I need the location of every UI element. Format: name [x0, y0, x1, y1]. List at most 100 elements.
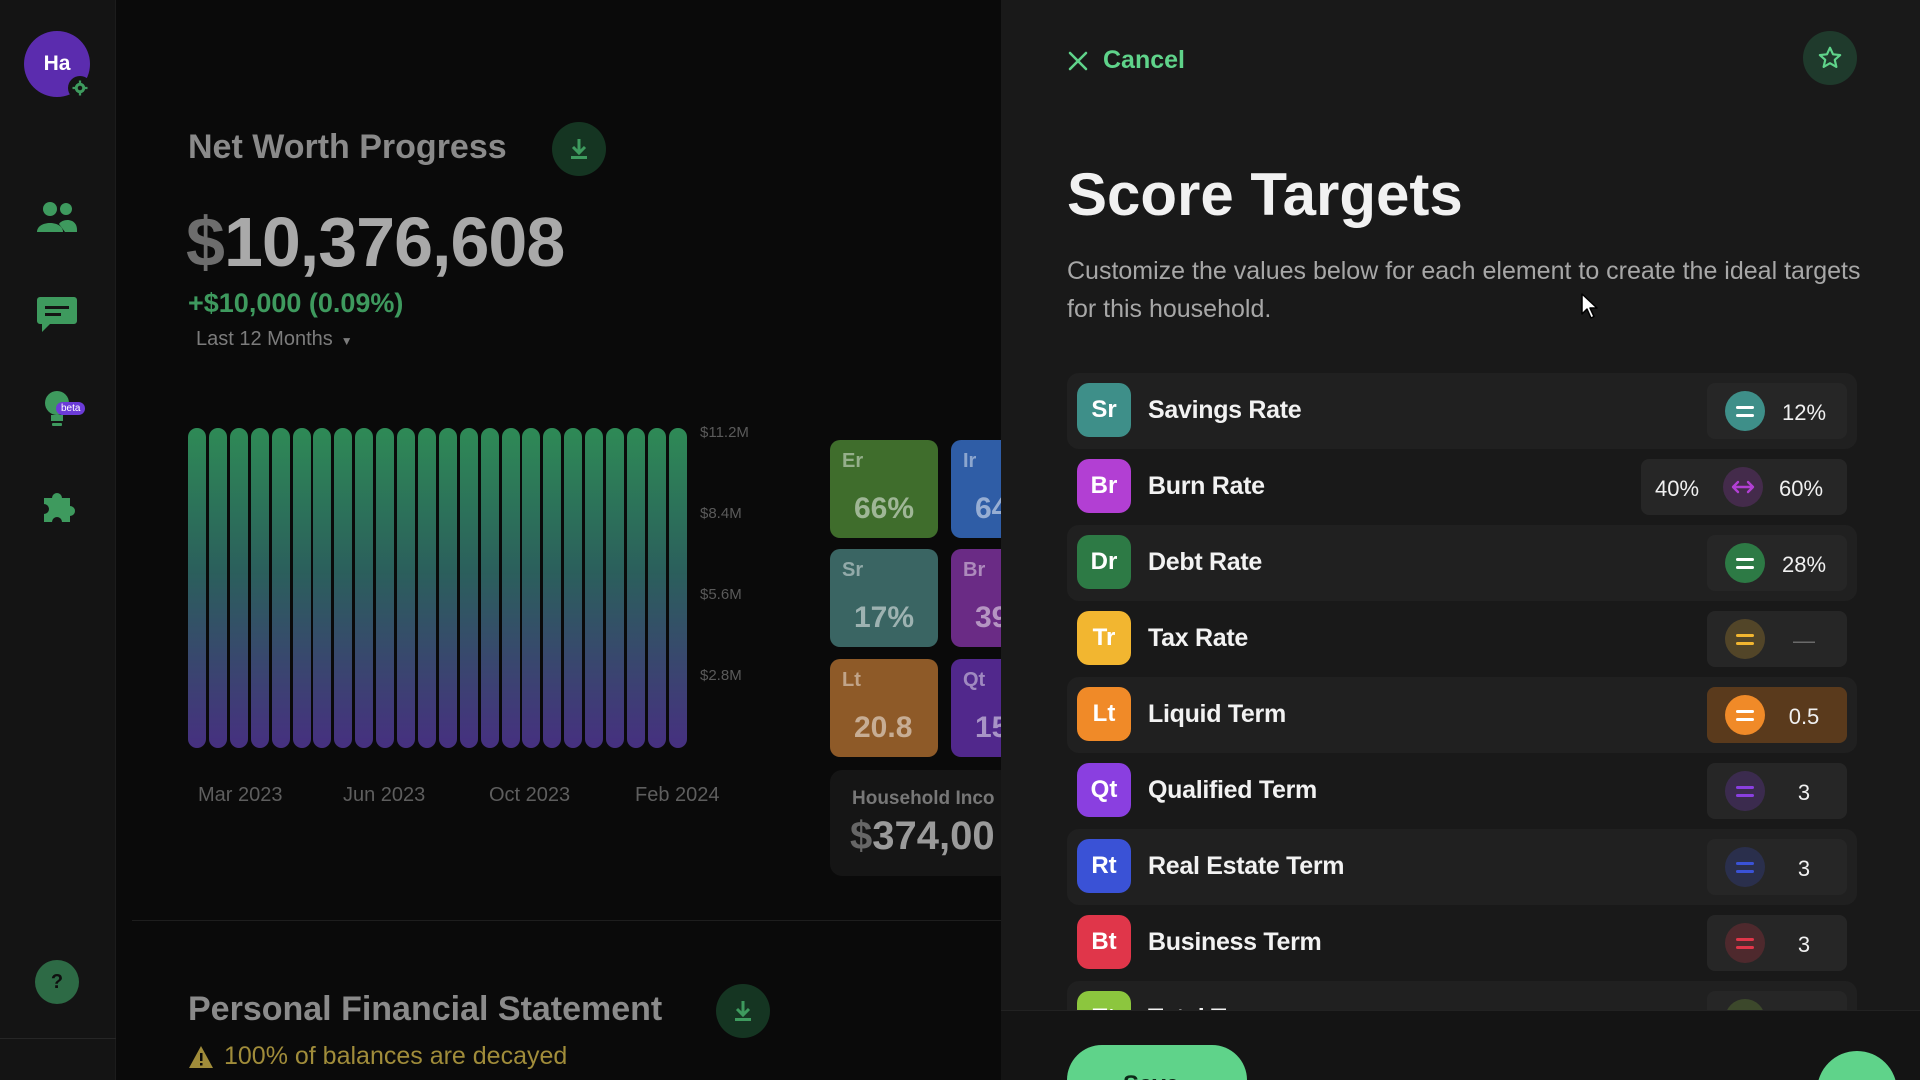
target-value[interactable]: 3: [1769, 780, 1839, 806]
cancel-label: Cancel: [1103, 46, 1185, 74]
chart-bar: [480, 428, 499, 748]
chart-bar: [668, 428, 687, 748]
element-badge: Rt: [1077, 839, 1131, 893]
target-value[interactable]: 3: [1769, 932, 1839, 958]
score-target-row: Bt Business Term 3: [1067, 905, 1857, 981]
equals-icon[interactable]: [1725, 923, 1765, 963]
chart-bar: [397, 428, 415, 748]
chart-bar: [459, 428, 478, 748]
equals-icon[interactable]: [1725, 695, 1765, 735]
chart-bar: [585, 428, 604, 748]
score-tile[interactable]: Sr 17%: [830, 549, 938, 647]
target-max-value[interactable]: 60%: [1779, 476, 1823, 502]
equals-icon[interactable]: [1725, 847, 1765, 887]
star-icon: [1818, 46, 1842, 68]
target-equal-control[interactable]: 3: [1707, 915, 1847, 971]
score-tile[interactable]: Er 66%: [830, 440, 938, 538]
save-button[interactable]: Save: [1067, 1045, 1247, 1080]
tile-value: 66%: [854, 492, 915, 525]
target-equal-control[interactable]: 3: [1707, 763, 1847, 819]
chart-bar: [543, 428, 562, 748]
x-tick: Mar 2023: [198, 784, 283, 806]
main-content: Net Worth Progress $10,376,608 +$10,000 …: [116, 0, 1059, 1080]
tile-value: 17%: [854, 601, 915, 634]
target-equal-control[interactable]: 25: [1707, 991, 1847, 1010]
pfs-download-button[interactable]: [716, 984, 770, 1038]
page-description: Customize the values below for each elem…: [1067, 257, 1861, 323]
cancel-button[interactable]: Cancel: [1067, 46, 1185, 75]
target-equal-control[interactable]: 0.5: [1707, 687, 1847, 743]
score-target-row: Tr Tax Rate —: [1067, 601, 1857, 677]
chart-bar: [501, 428, 520, 748]
element-badge: Sr: [1077, 383, 1131, 437]
x-tick: Jun 2023: [343, 784, 426, 806]
target-range-control[interactable]: 40% 60%: [1641, 459, 1847, 515]
chat-icon[interactable]: [32, 290, 82, 340]
household-income-amount: 374,00: [872, 814, 995, 858]
section-divider: [132, 920, 1002, 921]
range-label: Last 12 Months: [196, 328, 333, 350]
equals-icon[interactable]: [1725, 391, 1765, 431]
net-worth-download-button[interactable]: [552, 122, 606, 176]
score-target-row: Qt Qualified Term 3: [1067, 753, 1857, 829]
score-target-row: Dr Debt Rate 28%: [1067, 525, 1857, 601]
equals-icon[interactable]: [1725, 543, 1765, 583]
household-income-card[interactable]: Household Inco $374,00: [830, 770, 1030, 876]
gear-icon[interactable]: [68, 76, 92, 100]
element-name: Qualified Term: [1148, 776, 1317, 804]
element-name: Business Term: [1148, 928, 1322, 956]
target-equal-control[interactable]: 3: [1707, 839, 1847, 895]
y-tick: $8.4M: [700, 505, 742, 522]
puzzle-icon[interactable]: [32, 482, 82, 532]
y-tick: $11.2M: [700, 424, 749, 441]
target-equal-control[interactable]: 28%: [1707, 535, 1847, 591]
chart-bar: [250, 428, 269, 748]
target-min-value[interactable]: 40%: [1655, 476, 1699, 502]
net-worth-value: $10,376,608: [186, 202, 565, 282]
x-tick: Oct 2023: [489, 784, 571, 806]
chart-bar: [647, 428, 666, 748]
target-value[interactable]: —: [1769, 628, 1839, 654]
target-equal-control[interactable]: 12%: [1707, 383, 1847, 439]
element-badge: Bt: [1077, 915, 1131, 969]
decay-warning-text: 100% of balances are decayed: [224, 1042, 568, 1070]
household-income-label: Household Inco: [852, 788, 995, 809]
chart-bar: [564, 428, 583, 748]
close-icon: [1068, 51, 1088, 70]
target-value[interactable]: 12%: [1769, 400, 1839, 426]
chart-bar: [376, 428, 395, 748]
element-name: Tax Rate: [1148, 624, 1248, 652]
net-worth-bar-chart: [188, 428, 688, 748]
target-value[interactable]: 3: [1769, 856, 1839, 882]
pfs-title: Personal Financial Statement: [188, 990, 663, 1028]
users-icon[interactable]: [32, 192, 82, 242]
y-tick: $5.6M: [700, 586, 742, 603]
chat-launcher-button[interactable]: [1817, 1051, 1897, 1080]
equals-icon[interactable]: [1725, 771, 1765, 811]
element-name: Real Estate Term: [1148, 852, 1345, 880]
help-button[interactable]: ?: [35, 960, 79, 1004]
caret-down-icon: ▼: [340, 334, 353, 348]
target-value[interactable]: 28%: [1769, 552, 1839, 578]
range-arrows-icon[interactable]: [1723, 467, 1763, 507]
score-target-list: Sr Savings Rate 12% Br Burn Rate 40% 60% Dr Debt…: [1067, 373, 1857, 1010]
equals-icon[interactable]: [1725, 619, 1765, 659]
score-tile[interactable]: Lt 20.8: [830, 659, 938, 757]
favorite-button[interactable]: [1803, 31, 1857, 85]
equals-icon[interactable]: [1725, 999, 1765, 1010]
net-worth-title: Net Worth Progress: [188, 128, 507, 166]
element-badge: Qt: [1077, 763, 1131, 817]
chart-bar: [626, 428, 645, 748]
score-targets-drawer: Cancel Score Targets Customize the value…: [1001, 0, 1920, 1080]
range-dropdown[interactable]: Last 12 Months ▼: [196, 328, 353, 351]
score-target-row: TtTotal T25: [1067, 981, 1857, 1010]
chart-bar: [334, 428, 353, 748]
chart-bar: [522, 428, 541, 748]
score-target-row: Rt Real Estate Term 3: [1067, 829, 1857, 905]
target-equal-control[interactable]: —: [1707, 611, 1847, 667]
download-icon: [735, 1001, 751, 1021]
target-value[interactable]: 0.5: [1769, 704, 1839, 730]
chart-bar: [292, 428, 311, 748]
element-name: Liquid Term: [1148, 700, 1286, 728]
element-badge: Tt: [1077, 991, 1131, 1010]
